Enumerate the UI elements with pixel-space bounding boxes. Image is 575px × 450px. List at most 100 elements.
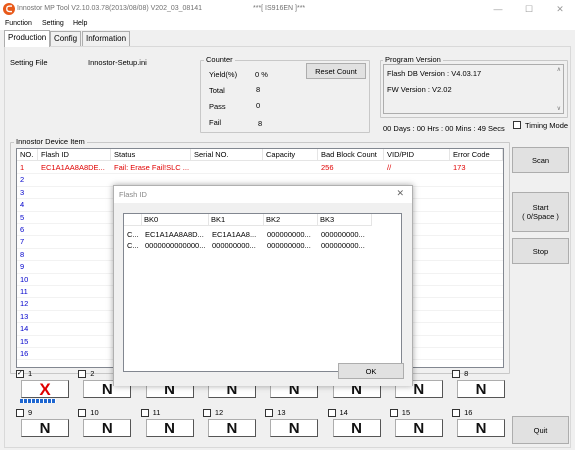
list-cell: 000000000... (212, 241, 256, 250)
list-item[interactable]: C... 0000000000000... 000000000... 00000000… (124, 240, 401, 251)
slot-number: 16 (464, 408, 473, 417)
col-header-serial[interactable]: Serial NO. (191, 149, 263, 161)
list-cell: C... (127, 230, 139, 239)
col-header-no[interactable]: NO. (17, 149, 38, 161)
flash-id-dialog: Flash ID ✕ BK0 BK1 BK2 BK3 C... EC1A1AA8A… (113, 185, 413, 386)
stop-button[interactable]: Stop (512, 238, 569, 264)
slot-number: 15 (401, 408, 411, 417)
col-header-bad-block[interactable]: Bad Block Count (318, 149, 384, 161)
table-cell: 5 (20, 212, 25, 222)
col-header-error-code[interactable]: Error Code (450, 149, 503, 161)
table-cell: 15 (20, 336, 29, 346)
slot-status-button[interactable]: N (457, 380, 506, 398)
tab-config[interactable]: Config (50, 31, 82, 47)
col-header-status[interactable]: Status (111, 149, 191, 161)
ok-button[interactable]: OK (338, 363, 404, 379)
slot-number: 8 (464, 369, 469, 378)
table-cell: // (387, 163, 392, 172)
tab-production[interactable]: Production (4, 30, 51, 47)
dialog-close-icon[interactable]: ✕ (396, 188, 404, 199)
quit-button[interactable]: Quit (512, 416, 569, 444)
slot-checkbox[interactable] (452, 370, 461, 378)
col-header-capacity[interactable]: Capacity (263, 149, 318, 161)
tab-information[interactable]: Information (82, 31, 131, 47)
table-cell: 4 (20, 200, 25, 210)
slot-status-button[interactable]: X (21, 380, 69, 399)
table-cell: EC1A1AA8A8DE... (41, 163, 105, 172)
scroll-down-icon[interactable]: ∨ (557, 105, 561, 112)
scroll-up-icon[interactable]: ∧ (557, 66, 561, 73)
slot-checkbox[interactable]: ✓ (16, 370, 24, 378)
dlg-col-header-bk3[interactable]: BK3 (318, 214, 372, 226)
slot-status-button[interactable]: N (457, 419, 506, 437)
device-slot: ✓ 1 X (16, 369, 84, 403)
total-value: 8 (256, 85, 261, 94)
table-cell: 256 (321, 163, 334, 172)
list-item[interactable]: C... EC1A1AA8A8D... EC1A1AA8... 000000000..… (124, 229, 401, 240)
slot-checkbox[interactable] (78, 409, 87, 417)
device-slot: 15 N (389, 408, 458, 437)
pass-label: Pass (209, 102, 226, 111)
slot-number: 2 (90, 369, 95, 378)
slot-checkbox[interactable] (140, 409, 149, 417)
pass-value: 0 (256, 101, 261, 110)
table-cell: 11 (20, 287, 28, 296)
close-window-button[interactable]: ✕ (545, 2, 575, 16)
dlg-col-header-0[interactable] (124, 214, 142, 226)
menu-setting[interactable]: Setting (42, 20, 64, 27)
slot-checkbox[interactable] (452, 409, 461, 417)
yield-value: 0 % (255, 70, 268, 79)
table-cell: 10 (20, 274, 29, 284)
table-cell: 9 (20, 262, 25, 272)
device-slot: 14 N (327, 408, 396, 437)
slot-status-button[interactable]: N (270, 419, 319, 437)
dlg-col-header-bk2[interactable]: BK2 (264, 214, 318, 226)
slot-checkbox[interactable] (389, 409, 398, 417)
slot-checkbox[interactable] (16, 409, 24, 417)
slot-number: 11 (152, 408, 161, 417)
menu-help[interactable]: Help (73, 20, 87, 27)
setting-file-label: Setting File (10, 58, 48, 67)
slot-status-button[interactable]: N (332, 419, 381, 437)
slot-status-button[interactable]: N (145, 419, 194, 437)
dlg-col-header-bk0[interactable]: BK0 (142, 214, 209, 226)
slot-status-button[interactable]: N (207, 419, 256, 437)
flash-id-list[interactable]: BK0 BK1 BK2 BK3 C... EC1A1AA8A8D... EC1A1A… (123, 213, 402, 372)
slot-status-button[interactable]: N (83, 419, 132, 437)
menu-bar: Function Setting Help (0, 18, 575, 30)
col-header-vid-pid[interactable]: VID/PID (384, 149, 450, 161)
timing-mode-label: Timing Mode (525, 121, 569, 130)
window-title-chip: ***[ IS916EN ]*** (253, 5, 306, 12)
table-cell: 13 (20, 311, 29, 321)
table-cell: 8 (20, 249, 25, 259)
elapsed-timer: 00 Days : 00 Hrs : 00 Mins : 49 Secs (383, 124, 505, 133)
reset-count-button[interactable]: Reset Count (306, 63, 366, 79)
slot-number: 14 (339, 408, 348, 417)
timing-mode-checkbox[interactable] (513, 121, 521, 131)
slot-checkbox[interactable] (327, 409, 336, 417)
list-cell: 0000000000000... (145, 241, 206, 250)
slot-checkbox[interactable] (78, 370, 87, 378)
version-textbox[interactable]: Flash DB Version : V4.03.17 FW Version :… (383, 64, 564, 114)
device-slot: 16 N (452, 408, 520, 437)
table-row[interactable]: 1 EC1A1AA8A8DE... Fail: Erase Fail!SLC ...… (17, 162, 503, 175)
dialog-title: Flash ID (119, 190, 147, 199)
scan-button[interactable]: Scan (512, 147, 569, 173)
slot-checkbox[interactable] (202, 409, 211, 417)
table-cell: 12 (20, 299, 29, 309)
fw-version: FW Version : V2.02 (387, 85, 452, 94)
list-cell: 000000000... (267, 230, 311, 239)
maximize-button[interactable]: ☐ (514, 2, 544, 16)
minimize-button[interactable]: — (483, 2, 513, 16)
slot-status-button[interactable]: N (21, 419, 69, 437)
app-icon: ᑕ (3, 3, 15, 15)
device-slot: 11 N (140, 408, 209, 437)
slot-checkbox[interactable] (265, 409, 274, 417)
menu-function[interactable]: Function (5, 20, 32, 27)
col-header-flash-id[interactable]: Flash ID (38, 149, 111, 161)
slot-number: 13 (277, 408, 286, 417)
table-cell: 173 (453, 163, 466, 172)
start-button[interactable]: Start ( 0/Space ) (512, 192, 569, 232)
dlg-col-header-bk1[interactable]: BK1 (209, 214, 264, 226)
slot-status-button[interactable]: N (394, 419, 443, 437)
